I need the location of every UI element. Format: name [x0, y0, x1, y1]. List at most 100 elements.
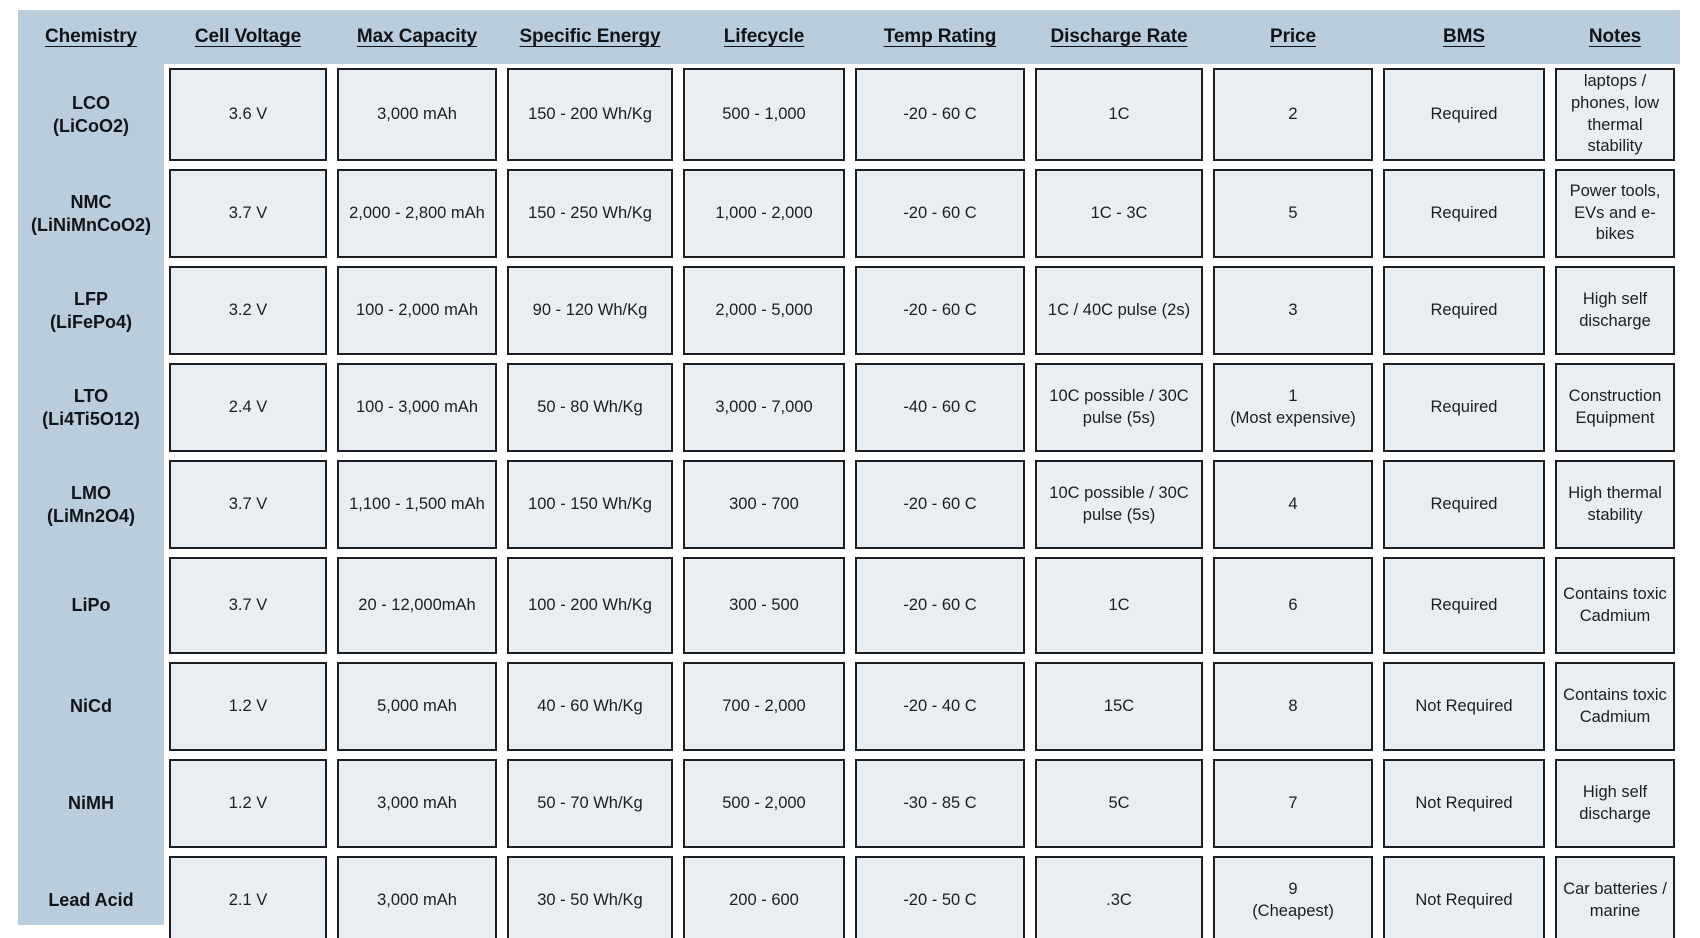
- cell-value-lifecycle: 300 - 700: [729, 494, 799, 513]
- cell-wrapper-bms: Not Required: [1378, 852, 1550, 938]
- row-header-chemistry: LFP (LiFePo4): [18, 262, 164, 359]
- column-header-lifecycle: Lifecycle: [678, 10, 850, 64]
- column-header-price: Price: [1208, 10, 1378, 64]
- table-row: NMC (LiNiMnCoO2) 3.7 V 2,000 - 2,800 mAh 150…: [18, 165, 1680, 262]
- cell-value-notes: High self discharge: [1579, 782, 1651, 823]
- table-cell-specific_energy: 50 - 80 Wh/Kg: [507, 363, 673, 452]
- table-cell-bms: Required: [1383, 68, 1545, 161]
- cell-value-specific_energy: 50 - 80 Wh/Kg: [537, 397, 643, 416]
- column-header-label: Chemistry: [44, 26, 138, 48]
- cell-wrapper-specific_energy: 90 - 120 Wh/Kg: [502, 262, 678, 359]
- cell-wrapper-temp_rating: -20 - 60 C: [850, 262, 1030, 359]
- table-header-row: Chemistry Cell Voltage Max Capacity Speci…: [18, 10, 1680, 64]
- cell-wrapper-price: 6: [1208, 553, 1378, 658]
- cell-value-lifecycle: 500 - 2,000: [722, 793, 806, 812]
- cell-wrapper-cell_voltage: 3.7 V: [164, 165, 332, 262]
- table-cell-max_capacity: 2,000 - 2,800 mAh: [337, 169, 497, 258]
- table-cell-cell_voltage: 3.7 V: [169, 169, 327, 258]
- cell-value-notes: Construction Equipment: [1568, 386, 1662, 427]
- table-cell-price: 3: [1213, 266, 1373, 355]
- cell-wrapper-max_capacity: 5,000 mAh: [332, 658, 502, 755]
- cell-value-cell_voltage: 3.2 V: [228, 300, 268, 319]
- cell-value-lifecycle: 200 - 600: [729, 890, 799, 909]
- cell-wrapper-discharge_rate: 5C: [1030, 755, 1208, 852]
- cell-wrapper-discharge_rate: 1C / 40C pulse (2s): [1030, 262, 1208, 359]
- column-header-label: Notes: [1588, 26, 1642, 48]
- table-cell-discharge_rate: 1C / 40C pulse (2s): [1035, 266, 1203, 355]
- cell-value-temp_rating: -20 - 40 C: [903, 696, 977, 715]
- cell-value-lifecycle: 2,000 - 5,000: [715, 300, 813, 319]
- cell-wrapper-temp_rating: -30 - 85 C: [850, 755, 1030, 852]
- chemistry-name: LCO: [72, 93, 110, 113]
- cell-value-cell_voltage: 1.2 V: [228, 793, 268, 812]
- table-cell-specific_energy: 150 - 250 Wh/Kg: [507, 169, 673, 258]
- cell-value-price-note: (Cheapest): [1252, 901, 1334, 920]
- table-cell-specific_energy: 100 - 150 Wh/Kg: [507, 460, 673, 549]
- cell-value-specific_energy: 100 - 150 Wh/Kg: [528, 494, 652, 513]
- cell-wrapper-discharge_rate: 10C possible / 30C pulse (5s): [1030, 359, 1208, 456]
- cell-wrapper-max_capacity: 100 - 2,000 mAh: [332, 262, 502, 359]
- table-cell-cell_voltage: 3.6 V: [169, 68, 327, 161]
- cell-value-max_capacity: 2,000 - 2,800 mAh: [349, 203, 485, 222]
- table-row: LiPo 3.7 V 20 - 12,000mAh 100 - 200 Wh/Kg 30…: [18, 553, 1680, 658]
- cell-wrapper-discharge_rate: 1C: [1030, 64, 1208, 165]
- column-header-cell_voltage: Cell Voltage: [164, 10, 332, 64]
- table-row: LFP (LiFePo4) 3.2 V 100 - 2,000 mAh 90 - 120…: [18, 262, 1680, 359]
- table-cell-max_capacity: 20 - 12,000mAh: [337, 557, 497, 654]
- table-cell-max_capacity: 3,000 mAh: [337, 856, 497, 938]
- cell-value-specific_energy: 30 - 50 Wh/Kg: [537, 890, 643, 909]
- chemistry-formula: (LiNiMnCoO2): [31, 214, 151, 235]
- table-cell-lifecycle: 300 - 700: [683, 460, 845, 549]
- cell-wrapper-notes: Contains toxic Cadmium: [1550, 553, 1680, 658]
- cell-value-bms: Required: [1430, 203, 1498, 222]
- table-cell-specific_energy: 150 - 200 Wh/Kg: [507, 68, 673, 161]
- cell-value-discharge_rate: 1C: [1108, 595, 1130, 614]
- cell-value-bms: Not Required: [1415, 890, 1513, 909]
- cell-value-specific_energy: 150 - 200 Wh/Kg: [528, 104, 652, 123]
- row-header-chemistry: NMC (LiNiMnCoO2): [18, 165, 164, 262]
- cell-wrapper-price: 8: [1208, 658, 1378, 755]
- cell-wrapper-specific_energy: 100 - 150 Wh/Kg: [502, 456, 678, 553]
- column-header-max_capacity: Max Capacity: [332, 10, 502, 64]
- table-cell-max_capacity: 100 - 3,000 mAh: [337, 363, 497, 452]
- cell-value-lifecycle: 3,000 - 7,000: [715, 397, 813, 416]
- cell-value-temp_rating: -20 - 60 C: [903, 595, 977, 614]
- table-cell-specific_energy: 30 - 50 Wh/Kg: [507, 856, 673, 938]
- cell-value-max_capacity: 3,000 mAh: [377, 104, 457, 123]
- cell-value-notes: Power tools, EVs and e-bikes: [1569, 181, 1661, 244]
- cell-value-bms: Required: [1430, 397, 1498, 416]
- cell-wrapper-price: 1 (Most expensive): [1208, 359, 1378, 456]
- column-header-label: Price: [1270, 26, 1316, 48]
- column-header-label: Cell Voltage: [194, 26, 302, 48]
- cell-wrapper-discharge_rate: 1C - 3C: [1030, 165, 1208, 262]
- cell-wrapper-lifecycle: 2,000 - 5,000: [678, 262, 850, 359]
- row-header-chemistry: LCO (LiCoO2): [18, 64, 164, 165]
- table-cell-price: 7: [1213, 759, 1373, 848]
- table-cell-notes: Power tools, EVs and e-bikes: [1555, 169, 1675, 258]
- cell-value-lifecycle: 500 - 1,000: [722, 104, 806, 123]
- table-cell-specific_energy: 50 - 70 Wh/Kg: [507, 759, 673, 848]
- table-cell-cell_voltage: 1.2 V: [169, 662, 327, 751]
- cell-value-cell_voltage: 3.7 V: [228, 595, 268, 614]
- cell-wrapper-specific_energy: 150 - 200 Wh/Kg: [502, 64, 678, 165]
- cell-value-notes: Contains toxic Cadmium: [1563, 584, 1667, 625]
- table-cell-price: 2: [1213, 68, 1373, 161]
- column-header-label: Discharge Rate: [1050, 26, 1188, 48]
- table-cell-temp_rating: -20 - 60 C: [855, 68, 1025, 161]
- cell-value-bms: Required: [1430, 595, 1498, 614]
- column-header-label: BMS: [1443, 26, 1485, 48]
- cell-wrapper-discharge_rate: .3C: [1030, 852, 1208, 938]
- cell-wrapper-discharge_rate: 10C possible / 30C pulse (5s): [1030, 456, 1208, 553]
- chemistry-formula: (LiFePo4): [49, 311, 132, 332]
- column-header-label: Specific Energy: [519, 26, 661, 48]
- cell-wrapper-temp_rating: -20 - 50 C: [850, 852, 1030, 938]
- cell-wrapper-specific_energy: 100 - 200 Wh/Kg: [502, 553, 678, 658]
- table-cell-discharge_rate: 10C possible / 30C pulse (5s): [1035, 363, 1203, 452]
- cell-wrapper-temp_rating: -20 - 60 C: [850, 553, 1030, 658]
- cell-wrapper-lifecycle: 3,000 - 7,000: [678, 359, 850, 456]
- table-cell-cell_voltage: 2.1 V: [169, 856, 327, 938]
- cell-wrapper-lifecycle: 200 - 600: [678, 852, 850, 938]
- table-cell-bms: Required: [1383, 169, 1545, 258]
- cell-wrapper-temp_rating: -40 - 60 C: [850, 359, 1030, 456]
- chemistry-formula: (Li4Ti5O12): [42, 408, 140, 429]
